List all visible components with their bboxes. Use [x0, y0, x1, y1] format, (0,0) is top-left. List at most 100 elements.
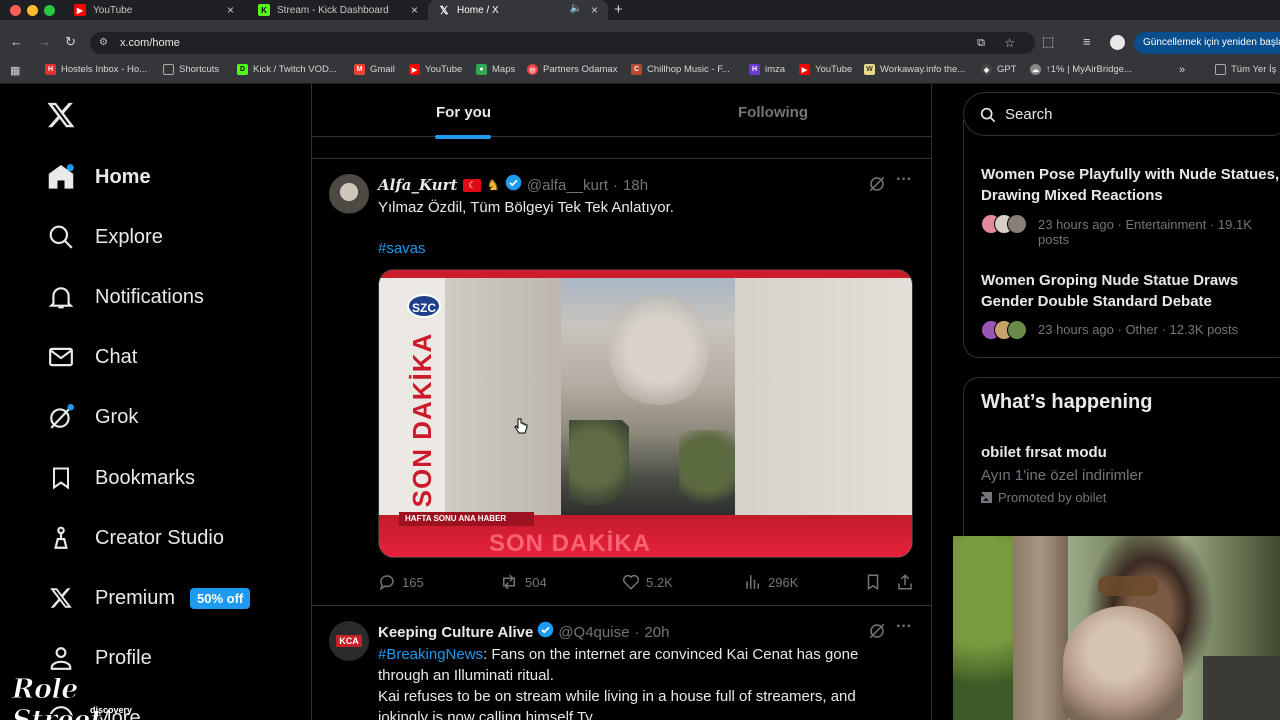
bookmark-item[interactable]: Shortcuts — [163, 64, 219, 75]
reload-icon[interactable]: ↻ — [65, 34, 76, 50]
bookmark-item[interactable]: W Workaway.info the... — [864, 64, 965, 75]
separator: · — [634, 623, 640, 641]
bookmark-item[interactable]: ▶ YouTube — [799, 64, 852, 75]
update-button[interactable]: Güncellemek için yeniden başlat — [1134, 32, 1280, 54]
close-window-icon[interactable] — [10, 5, 21, 16]
more-options-icon[interactable]: ··· — [896, 618, 912, 636]
bookmark-item[interactable]: ● Maps — [476, 64, 515, 75]
bookmarks-bar: ▦ H Hostels Inbox - Ho... Shortcuts D Kick… — [0, 58, 1280, 84]
tab-label: Home / X — [457, 4, 499, 16]
webcam-overlay — [953, 536, 1280, 720]
bookmark-post-icon[interactable] — [864, 573, 882, 596]
display-name[interactable]: Keeping Culture Alive — [378, 624, 533, 641]
avatar[interactable]: KCA — [329, 621, 369, 661]
bookmark-item[interactable]: C Chillhop Music - F... — [631, 64, 730, 75]
verified-badge-icon — [537, 621, 554, 643]
reply-button[interactable]: 165 — [378, 573, 424, 591]
nav-notifications[interactable]: Notifications — [46, 277, 204, 317]
envelope-icon — [46, 342, 76, 372]
bookmark-item[interactable]: ◈ GPT — [981, 64, 1017, 75]
nav-creator-studio[interactable]: Creator Studio — [46, 518, 224, 558]
sunglasses — [1098, 576, 1158, 596]
close-tab-icon[interactable]: × — [227, 3, 234, 17]
handle[interactable]: @Q4quise — [558, 624, 629, 641]
home-icon — [46, 162, 76, 192]
apps-grid-icon[interactable]: ▦ — [10, 64, 20, 77]
extensions-icon[interactable]: ⬚ — [1042, 34, 1054, 50]
audio-playing-icon[interactable]: 🔈 — [570, 3, 582, 14]
grok-post-icon[interactable] — [868, 175, 886, 198]
bookmark-item[interactable]: ▶ YouTube — [409, 64, 462, 75]
promoted-icon — [981, 492, 992, 503]
zoom-window-icon[interactable] — [44, 5, 55, 16]
profile-avatar-icon[interactable] — [1110, 35, 1125, 50]
minimize-window-icon[interactable] — [27, 5, 38, 16]
close-tab-icon[interactable]: × — [411, 3, 418, 17]
bookmark-item[interactable]: Himza — [749, 64, 785, 75]
nav-chat[interactable]: Chat — [46, 337, 137, 377]
avatar[interactable] — [329, 174, 369, 214]
x-logo-icon: 𝕏 — [439, 4, 449, 17]
url-text: x.com/home — [120, 37, 180, 49]
nav-home[interactable]: Home — [46, 157, 151, 197]
bookmark-item[interactable]: ◎ Partners Odamax — [527, 64, 617, 75]
promo-subtitle: Ayın 1'ine özel indirimler — [981, 467, 1143, 484]
post-card[interactable]: KCA Keeping Culture Alive @Q4quise · 20h… — [312, 605, 931, 720]
media-controls-icon[interactable]: ≡ — [1083, 34, 1091, 49]
post-video[interactable]: SZC SON DAKİKA HAFTA SONU ANA HABER SON … — [378, 269, 913, 558]
folder-icon — [163, 64, 174, 75]
x-logo-icon — [46, 583, 76, 613]
trend-title[interactable]: Women Groping Nude Statue Draws Gender D… — [981, 270, 1280, 312]
close-tab-icon[interactable]: × — [591, 3, 598, 17]
back-icon[interactable]: ← — [10, 34, 23, 49]
section-title: What’s happening — [981, 391, 1153, 413]
trend-title[interactable]: Women Pose Playfully with Nude Statues, … — [981, 164, 1280, 206]
views-button[interactable]: 296K — [744, 573, 798, 591]
timestamp[interactable]: 20h — [644, 624, 669, 641]
nav-bookmarks[interactable]: Bookmarks — [46, 458, 195, 498]
x-home-logo[interactable] — [46, 100, 76, 130]
star-bookmark-icon[interactable]: ☆ — [1004, 32, 1015, 54]
timestamp[interactable]: 18h — [623, 177, 648, 194]
bookmark-item[interactable]: H Hostels Inbox - Ho... — [45, 64, 147, 75]
grok-icon — [46, 402, 76, 432]
post-text-line: Kai refuses to be on stream while living… — [378, 688, 856, 705]
new-tab-icon[interactable]: + — [614, 1, 623, 18]
repost-button[interactable]: 504 — [499, 573, 547, 591]
share-icon[interactable] — [896, 573, 914, 596]
post-card[interactable]: Alfa_Kurt ☾ ♞ @alfa__kurt · 18h ··· Yılm… — [312, 158, 931, 606]
nav-profile[interactable]: Profile — [46, 638, 152, 678]
like-count: 5.2K — [646, 574, 673, 590]
bookmark-item[interactable]: M Gmail — [354, 64, 395, 75]
news-strip: HAFTA SONU ANA HABER — [399, 512, 534, 526]
browser-tab-youtube[interactable]: ▶ YouTube × — [64, 0, 244, 20]
bookmark-item[interactable]: D Kick / Twitch VOD... — [237, 64, 337, 75]
post-hashtag[interactable]: #savas — [378, 238, 426, 259]
like-button[interactable]: 5.2K — [622, 573, 673, 591]
nav-explore[interactable]: Explore — [46, 217, 163, 257]
more-options-icon[interactable]: ··· — [896, 171, 912, 189]
grok-post-icon[interactable] — [868, 622, 886, 645]
handle[interactable]: @alfa__kurt — [527, 177, 608, 194]
bookmark-item[interactable]: ☁ ↑1% | MyAirBridge... — [1030, 64, 1132, 75]
post-hashtag[interactable]: #BreakingNews — [378, 646, 483, 663]
nav-grok[interactable]: Grok — [46, 397, 138, 437]
site-info-icon[interactable]: ⚙ — [99, 32, 108, 54]
browser-tab-x[interactable]: 𝕏 Home / X 🔈 × — [428, 0, 608, 20]
forward-icon[interactable]: → — [38, 34, 51, 49]
more-bookmarks-icon[interactable]: » — [1179, 64, 1185, 76]
cast-icon[interactable]: ⧉ — [977, 32, 985, 54]
browser-tab-kick[interactable]: K Stream - Kick Dashboard × — [248, 0, 428, 20]
x-logo-icon — [47, 102, 75, 128]
promoted-label: Promoted by obilet — [981, 490, 1106, 505]
tab-for-you[interactable]: For you — [436, 104, 491, 121]
nav-premium[interactable]: Premium 50% off — [46, 578, 251, 618]
display-name[interactable]: Alfa_Kurt — [378, 176, 457, 194]
post-header: Alfa_Kurt ☾ ♞ @alfa__kurt · 18h — [378, 174, 648, 196]
promo-title[interactable]: obilet fırsat modu — [981, 444, 1107, 461]
bookmark-item[interactable]: Tüm Yer İş — [1215, 64, 1276, 75]
post-text-line: jokingly is now calling himself Ty. — [378, 709, 596, 720]
tab-following[interactable]: Following — [738, 104, 808, 121]
browser-tab-strip: ▶ YouTube × K Stream - Kick Dashboard × … — [0, 0, 1280, 20]
address-bar[interactable]: ⚙ x.com/home ⧉ ☆ — [90, 32, 1035, 54]
